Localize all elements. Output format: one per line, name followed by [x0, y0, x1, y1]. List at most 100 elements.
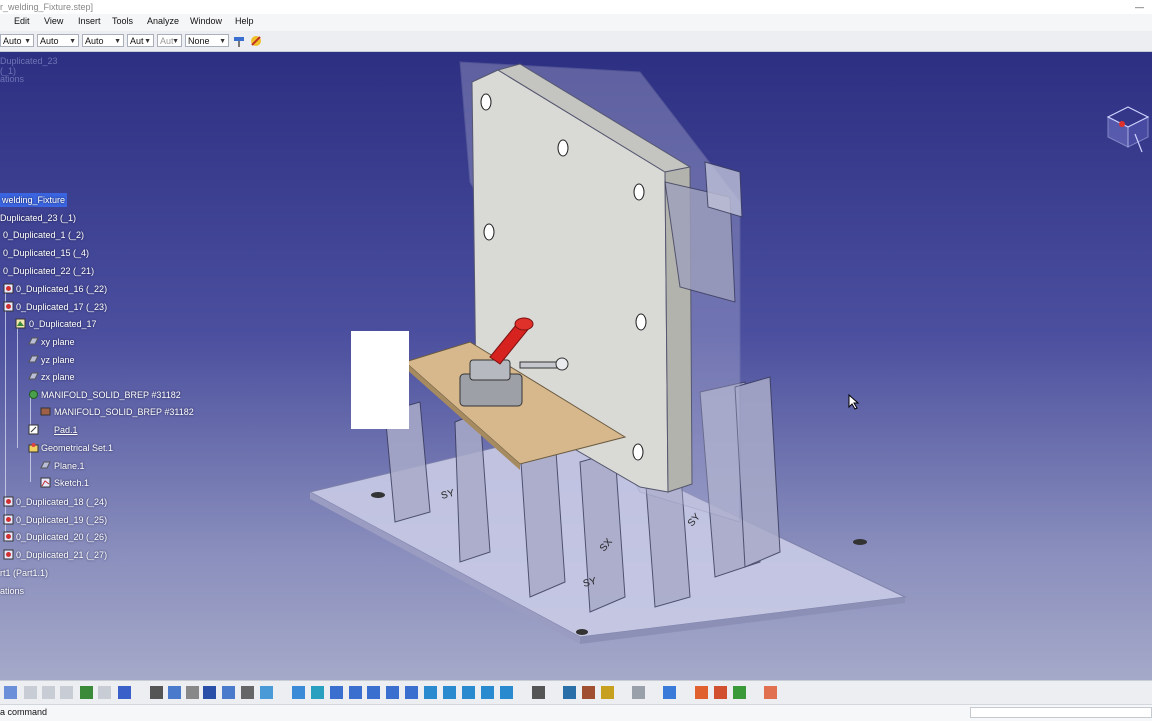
fill-color-combo[interactable]: Auto ▼	[0, 34, 34, 47]
menu-analyze[interactable]: Analyze	[147, 16, 179, 26]
copy-icon[interactable]	[42, 686, 55, 699]
chevron-down-icon: ▼	[69, 38, 76, 45]
tree-node[interactable]: 0_Duplicated_19 (_25)	[16, 513, 107, 527]
multi-view-icon[interactable]	[424, 686, 437, 699]
shading-icon[interactable]	[462, 686, 475, 699]
title-bar: r_welding_Fixture.step] —	[0, 0, 1152, 14]
body-icon	[29, 390, 38, 399]
measure-icon[interactable]	[186, 686, 199, 699]
tree-node[interactable]: Duplicated_23 (_1)	[0, 211, 76, 225]
menu-view[interactable]: View	[44, 16, 63, 26]
tree-node[interactable]: zx plane	[41, 370, 75, 384]
menu-edit[interactable]: Edit	[14, 16, 30, 26]
chevron-down-icon: ▼	[114, 38, 121, 45]
graphic-properties-toolbar: Auto ▼ Auto ▼ Auto ▼ Aut ▼ Aut ▼ None ▼	[0, 31, 1152, 52]
zoom-out-icon[interactable]	[386, 686, 399, 699]
tree-node[interactable]: xy plane	[41, 335, 75, 349]
line-thickness-combo[interactable]: Auto ▼	[82, 34, 124, 47]
iso-view-icon[interactable]	[443, 686, 456, 699]
constraint-lock-icon[interactable]	[601, 686, 614, 699]
tree-node[interactable]: 0_Duplicated_18 (_24)	[16, 495, 107, 509]
swap-space-icon[interactable]	[500, 686, 513, 699]
fit-all-icon[interactable]	[311, 686, 324, 699]
command-input[interactable]	[970, 707, 1152, 718]
chevron-down-icon: ▼	[24, 38, 31, 45]
update-icon[interactable]	[632, 686, 645, 699]
product-structure-icon[interactable]	[532, 686, 545, 699]
constraint-icon[interactable]	[260, 686, 273, 699]
tree-node[interactable]: 0_Duplicated_17	[29, 317, 97, 331]
tree-node[interactable]: MANIFOLD_SOLID_BREP #31182	[41, 388, 181, 402]
apply-icon[interactable]	[733, 686, 746, 699]
normal-view-icon[interactable]	[405, 686, 418, 699]
assembly-icon[interactable]	[563, 686, 576, 699]
ghost-node: ations	[0, 74, 25, 84]
tree-node[interactable]: 0_Duplicated_16 (_22)	[16, 282, 107, 296]
tree-node[interactable]: Plane.1	[54, 459, 85, 473]
tree-node[interactable]: Pad.1	[54, 423, 78, 437]
geometrical-set-icon	[28, 443, 39, 453]
manipulate-icon[interactable]	[582, 686, 595, 699]
line-type-combo[interactable]: Aut ▼	[127, 34, 154, 47]
menu-window[interactable]: Window	[190, 16, 222, 26]
copy-format-icon[interactable]	[249, 34, 263, 48]
paste-icon[interactable]	[60, 686, 73, 699]
material-icon[interactable]	[714, 686, 727, 699]
hide-show-icon[interactable]	[481, 686, 494, 699]
product-icon	[3, 496, 14, 507]
menu-bar: Edit View Insert Tools Analyze Window He…	[0, 14, 1152, 32]
plane-icon	[28, 372, 39, 380]
table-icon[interactable]	[203, 686, 216, 699]
save-management-icon[interactable]	[663, 686, 676, 699]
pan-icon[interactable]	[330, 686, 343, 699]
transparency-combo[interactable]: Auto ▼	[37, 34, 79, 47]
solid-icon	[40, 407, 51, 416]
plane-icon	[40, 461, 51, 469]
fly-icon[interactable]	[292, 686, 305, 699]
tree-node[interactable]: 0_Duplicated_15 (_4)	[3, 246, 89, 260]
fixture-model: SY SY SX SY	[308, 61, 907, 644]
tree-node[interactable]: ations	[0, 584, 24, 598]
zoom-in-icon[interactable]	[367, 686, 380, 699]
compass-icon[interactable]	[1100, 82, 1152, 167]
menu-tools[interactable]: Tools	[112, 16, 133, 26]
blank-overlay	[351, 331, 409, 429]
tree-node[interactable]: MANIFOLD_SOLID_BREP #31182	[54, 405, 194, 419]
tree-node[interactable]: 0_Duplicated_21 (_27)	[16, 548, 107, 562]
product-icon	[3, 283, 14, 294]
menu-insert[interactable]: Insert	[78, 16, 101, 26]
grid-icon[interactable]	[764, 686, 777, 699]
tree-icon[interactable]	[222, 686, 235, 699]
render-icon[interactable]	[695, 686, 708, 699]
tree-node[interactable]: Sketch.1	[54, 476, 89, 490]
tree-node[interactable]: Geometrical Set.1	[41, 441, 113, 455]
tree-node[interactable]: yz plane	[41, 353, 75, 367]
3d-viewport[interactable]: SY SY SX SY Duplicated_23 (_1) ations we…	[0, 52, 1152, 680]
tree-node[interactable]: 0_Duplicated_17 (_23)	[16, 300, 107, 314]
help-icon[interactable]	[118, 686, 131, 699]
plane-icon	[28, 337, 39, 345]
tree-root[interactable]: welding_Fixture	[0, 193, 68, 207]
cut-icon[interactable]	[24, 686, 37, 699]
painter-icon[interactable]	[232, 34, 246, 48]
tree-node[interactable]: 0_Duplicated_1 (_2)	[3, 228, 84, 242]
menu-help[interactable]: Help	[235, 16, 254, 26]
chevron-down-icon: ▼	[172, 38, 179, 45]
tree-node[interactable]: rt1 (Part1.1)	[0, 566, 48, 580]
undo-icon[interactable]	[80, 686, 93, 699]
ghost-node: Duplicated_23 (_1)	[0, 56, 58, 76]
status-prompt: a command	[0, 707, 48, 717]
comment-icon[interactable]	[168, 686, 181, 699]
tree-node[interactable]: 0_Duplicated_20 (_26)	[16, 530, 107, 544]
minimize-icon[interactable]: —	[1135, 0, 1144, 14]
layer-combo[interactable]: None ▼	[185, 34, 229, 47]
tree-node[interactable]: 0_Duplicated_22 (_21)	[3, 264, 94, 278]
product-icon	[3, 301, 14, 312]
rotate-icon[interactable]	[349, 686, 362, 699]
catalog-icon[interactable]	[241, 686, 254, 699]
redo-icon[interactable]	[98, 686, 111, 699]
select-icon[interactable]	[4, 686, 17, 699]
product-icon	[3, 531, 14, 542]
point-type-combo: Aut ▼	[157, 34, 182, 47]
formula-icon[interactable]	[150, 686, 163, 699]
